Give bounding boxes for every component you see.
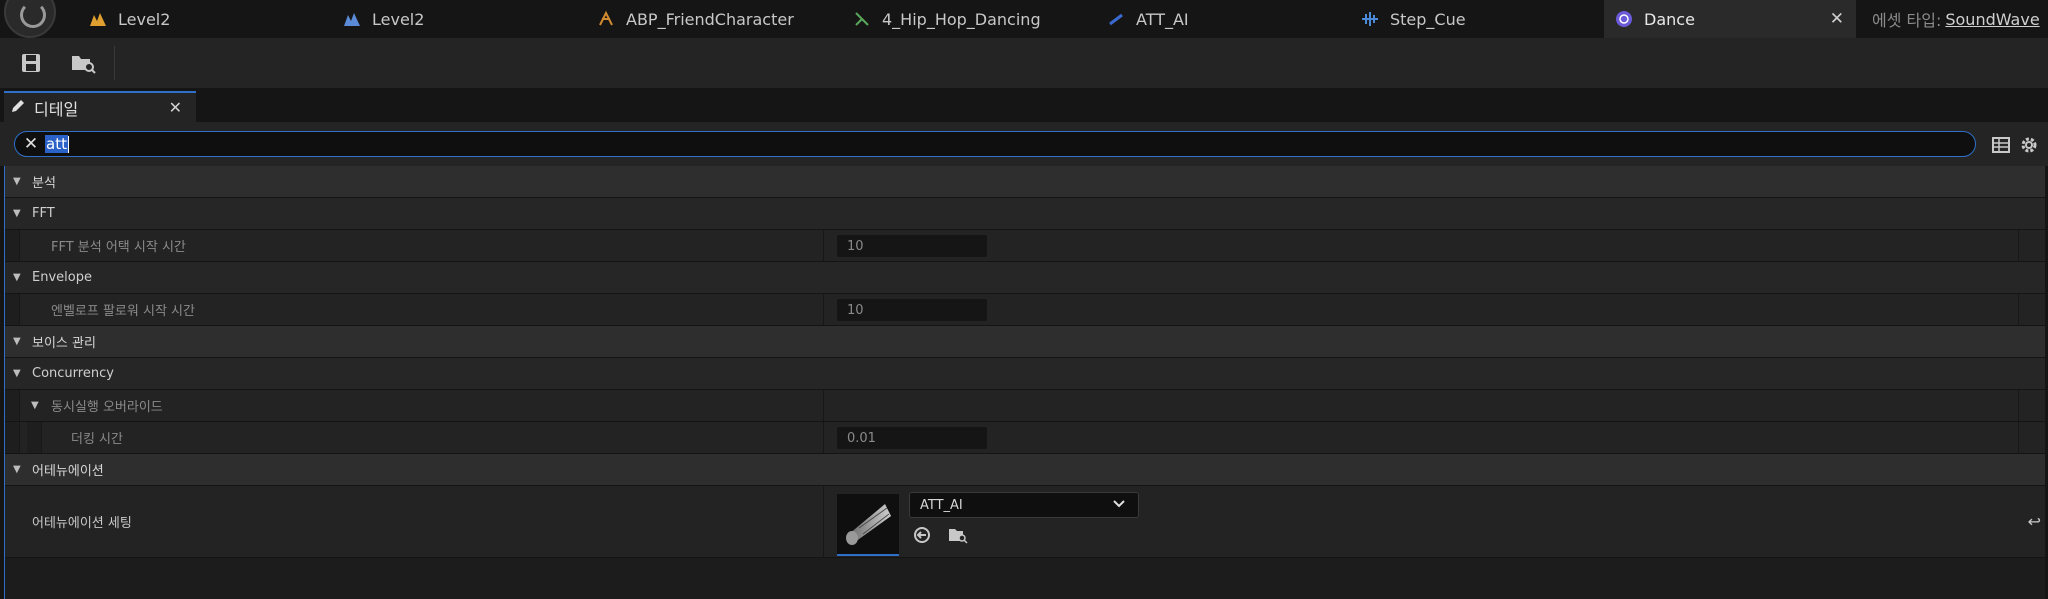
save-button[interactable]	[14, 48, 48, 78]
attenuation-icon	[1106, 9, 1126, 29]
indent-bar	[5, 390, 20, 421]
category-voice-management[interactable]: ▼ 보이스 관리	[5, 326, 2045, 358]
tab-level2-b[interactable]: Level2	[342, 0, 574, 38]
expand-arrow-icon[interactable]: ▼	[13, 262, 21, 293]
browse-asset-button[interactable]	[947, 524, 969, 546]
attenuation-asset-dropdown[interactable]: ATT_AI	[909, 492, 1139, 518]
property-ducking-time: 더킹 시간 0.01	[5, 422, 2045, 454]
subcategory-envelope[interactable]: ▼ Envelope	[5, 262, 2045, 294]
search-area: ✕ att	[0, 122, 2048, 166]
property-fft-attack-time: FFT 분석 어택 시작 시간 10	[5, 230, 2045, 262]
asset-type-indicator: 에셋 타입: SoundWave	[1872, 9, 2040, 31]
subcategory-concurrency[interactable]: ▼ Concurrency	[5, 358, 2045, 390]
close-details-icon[interactable]: ✕	[169, 98, 182, 117]
category-attenuation[interactable]: ▼ 어테뉴에이션	[5, 454, 2045, 486]
ducking-time-field[interactable]: 0.01	[837, 427, 987, 449]
settings-button[interactable]	[2018, 134, 2040, 156]
browse-folder-icon	[949, 529, 968, 544]
column-splitter[interactable]	[823, 486, 824, 557]
gear-icon	[2021, 137, 2037, 153]
sound-cue-icon	[1360, 9, 1380, 29]
level-icon	[342, 9, 362, 29]
property-envelope-attack-time: 엔벨로프 팔로워 시작 시간 10	[5, 294, 2045, 326]
reset-gutter	[2018, 390, 2045, 421]
chevron-down-icon	[1112, 497, 1126, 515]
indent-bar	[5, 294, 20, 325]
column-splitter[interactable]	[823, 294, 824, 325]
property-matrix-button[interactable]	[1990, 134, 2012, 156]
use-selected-arrow-icon	[914, 527, 930, 543]
attenuation-cone-icon	[846, 504, 891, 545]
table-icon	[1992, 137, 2010, 153]
indent-bar	[5, 422, 20, 453]
anim-sequence-icon	[852, 9, 872, 29]
property-attenuation-settings: 어테뉴에이션 세팅 ATT_AI ↩	[5, 486, 2045, 558]
anim-blueprint-icon	[596, 9, 616, 29]
tab-hip-hop-dancing[interactable]: 4_Hip_Hop_Dancing	[852, 0, 1084, 38]
category-analysis[interactable]: ▼ 분석	[5, 166, 2045, 198]
column-splitter[interactable]	[823, 230, 824, 261]
search-input[interactable]: ✕ att	[14, 131, 1976, 157]
use-selected-asset-button[interactable]	[911, 524, 933, 546]
reset-gutter	[2018, 230, 2045, 261]
tab-att-ai[interactable]: ATT_AI	[1106, 0, 1338, 38]
search-value: att	[45, 135, 68, 153]
unreal-logo-icon[interactable]	[4, 0, 56, 38]
panel-tab-strip: 디테일 ✕	[0, 88, 2048, 122]
expand-arrow-icon[interactable]: ▼	[13, 166, 21, 197]
expand-arrow-icon[interactable]: ▼	[13, 326, 21, 357]
pencil-icon	[10, 98, 26, 118]
tab-abp-friendcharacter[interactable]: ABP_FriendCharacter	[596, 0, 828, 38]
tab-details[interactable]: 디테일 ✕	[4, 91, 196, 122]
reset-to-default-icon[interactable]: ↩	[2028, 512, 2041, 531]
column-splitter[interactable]	[823, 422, 824, 453]
level-icon	[88, 9, 108, 29]
expand-arrow-icon[interactable]: ▼	[13, 198, 21, 229]
toolbar	[0, 38, 2048, 88]
tab-step-cue[interactable]: Step_Cue	[1360, 0, 1592, 38]
indent-bar	[5, 230, 20, 261]
expand-arrow-icon[interactable]: ▼	[13, 454, 21, 485]
sound-wave-icon	[1614, 9, 1634, 29]
save-icon	[22, 54, 40, 72]
subcategory-fft[interactable]: ▼ FFT	[5, 198, 2045, 230]
reset-gutter	[2018, 294, 2045, 325]
clear-search-icon[interactable]: ✕	[17, 134, 45, 154]
property-concurrency-override[interactable]: ▼ 동시실행 오버라이드	[5, 390, 2045, 422]
tab-level2-a[interactable]: Level2	[88, 0, 320, 38]
text-caret	[67, 135, 69, 153]
column-splitter[interactable]	[823, 390, 824, 421]
fft-attack-time-field[interactable]: 10	[837, 235, 987, 257]
indent-bar	[27, 422, 42, 453]
toolbar-divider	[114, 46, 115, 80]
envelope-attack-time-field[interactable]: 10	[837, 299, 987, 321]
close-tab-icon[interactable]: ✕	[1830, 9, 1844, 29]
asset-type-link[interactable]: SoundWave	[1945, 10, 2039, 29]
browse-folder-icon	[72, 56, 96, 74]
expand-arrow-icon[interactable]: ▼	[13, 358, 21, 389]
tab-dance[interactable]: Dance ✕	[1604, 0, 1856, 38]
details-property-list: ▼ 분석 ▼ FFT FFT 분석 어택 시작 시간 10 ▼ Envelope…	[4, 166, 2045, 599]
reset-gutter	[2018, 422, 2045, 453]
browse-button[interactable]	[66, 48, 100, 78]
expand-arrow-icon[interactable]: ▼	[31, 390, 39, 421]
asset-thumbnail[interactable]	[837, 494, 899, 556]
title-bar: Level2 Level2 ABP_FriendCharacter 4_Hip_…	[0, 0, 2048, 38]
